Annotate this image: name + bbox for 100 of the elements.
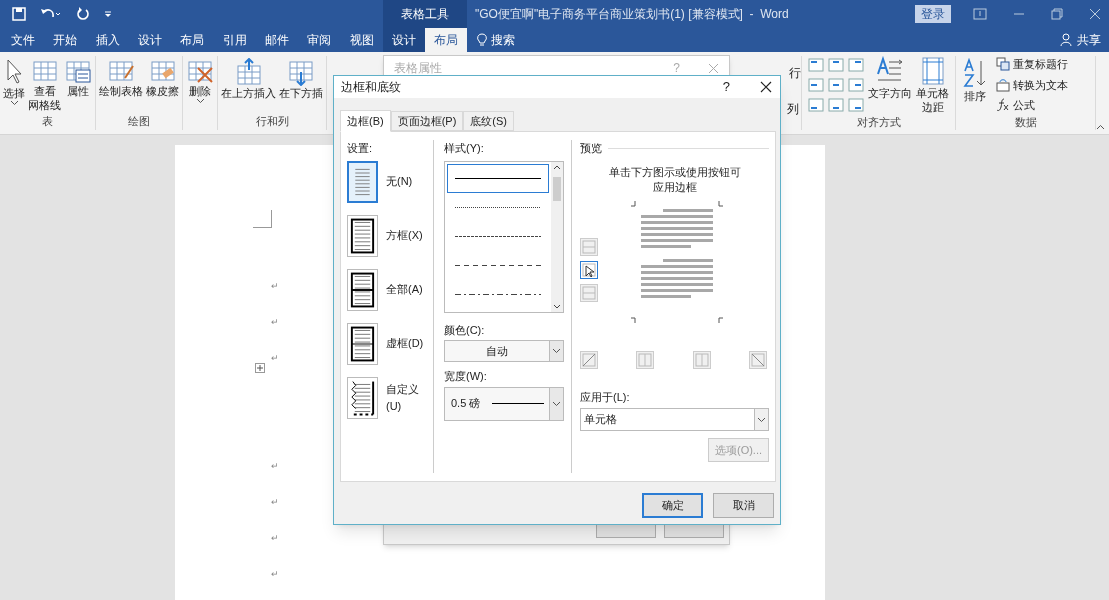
paragraph-mark: ↵ <box>270 568 279 581</box>
dialog-tab[interactable]: 底纹(S) <box>463 111 514 131</box>
cell-margins-button[interactable]: 单元格 边距 <box>916 56 949 114</box>
option-label: 自定义(U) <box>386 382 420 414</box>
cursor-icon <box>4 58 24 86</box>
ribbon-tab[interactable]: 设计 <box>383 28 425 52</box>
cell-alignment-icon[interactable] <box>828 58 844 72</box>
ribbon-button[interactable]: 绘制表格 <box>98 56 144 98</box>
ribbon-tab[interactable]: 邮件 <box>255 28 299 52</box>
ribbon-tab[interactable]: 视图 <box>340 28 383 52</box>
section-label: 预览 <box>580 141 602 156</box>
corner-mark <box>252 210 272 228</box>
ribbon-button[interactable]: 重复标题行 <box>996 56 1068 73</box>
paragraph-mark: ↵ <box>270 316 279 329</box>
formula-icon <box>996 98 1010 113</box>
ribbon-button[interactable]: 行 <box>789 64 801 82</box>
close-icon[interactable] <box>760 81 772 93</box>
border-toggle-button[interactable] <box>580 283 598 302</box>
table-properties-icon <box>64 58 92 84</box>
ribbon-tab[interactable]: 文件 <box>2 28 45 52</box>
preview-hint: 单击下方图示或使用按钮可应用边框 <box>608 164 741 195</box>
collapse-ribbon-icon[interactable] <box>1096 124 1105 130</box>
ribbon-button[interactable]: 公式 <box>996 97 1068 114</box>
border-toggle-button[interactable] <box>692 350 711 369</box>
convert-icon <box>996 77 1010 92</box>
scroll-down-icon[interactable] <box>553 303 561 310</box>
eraser-icon <box>148 58 177 84</box>
ribbon-button[interactable]: 选择 <box>2 56 26 106</box>
cell-alignment-icon[interactable] <box>828 98 844 112</box>
cell-alignment-icon[interactable] <box>848 58 864 72</box>
border-toggle-button[interactable] <box>580 350 598 369</box>
border-setting-option[interactable] <box>347 214 378 257</box>
ribbon-button[interactable]: 属性 <box>63 56 93 98</box>
group-label: 行和列 <box>255 113 289 129</box>
save-icon[interactable] <box>12 7 26 21</box>
cell-alignment-icon[interactable] <box>808 78 824 92</box>
paragraph-mark: ↵ <box>270 280 279 293</box>
width-dropdown[interactable]: 0.5 磅 <box>444 386 564 421</box>
redo-icon[interactable] <box>76 7 90 21</box>
cell-alignment-icon[interactable] <box>848 98 864 112</box>
ribbon-tab[interactable]: 布局 <box>425 28 467 52</box>
ribbon-tab[interactable]: 开始 <box>44 28 87 52</box>
cell-alignment-icon[interactable] <box>828 78 844 92</box>
ribbon-button[interactable]: 删除 <box>185 56 215 104</box>
ribbon-tab[interactable]: 设计 <box>129 28 172 52</box>
search-field[interactable]: 搜索 <box>477 28 515 52</box>
text-direction-button[interactable]: 文字方向 <box>868 56 912 100</box>
border-setting-option[interactable] <box>347 268 378 311</box>
option-label: 虚框(D) <box>386 336 424 352</box>
restore-icon[interactable] <box>1051 8 1063 20</box>
ribbon-tab[interactable]: 引用 <box>213 28 256 52</box>
lightbulb-icon <box>477 33 487 47</box>
help-button[interactable]: ? <box>722 77 730 97</box>
ribbon-button[interactable]: 在下方插 <box>278 56 324 100</box>
border-setting-option[interactable] <box>347 322 378 365</box>
ribbon-button[interactable]: 查看 网格线 <box>27 56 62 112</box>
customize-icon[interactable] <box>104 10 112 18</box>
ribbon-tab[interactable]: 插入 <box>86 28 129 52</box>
scroll-up-icon[interactable] <box>553 163 561 170</box>
dialog-title: 表格属性 <box>394 60 442 77</box>
group-label: 对齐方式 <box>856 115 901 130</box>
dialog-tab[interactable]: 页面边框(P) <box>390 111 464 131</box>
scrollbar-thumb[interactable] <box>553 176 561 201</box>
ok-button[interactable]: 确定 <box>642 493 703 518</box>
cell-alignment-icon[interactable] <box>808 98 824 112</box>
ribbon-button[interactable]: 列 <box>787 100 799 118</box>
line-style-list[interactable] <box>444 160 564 313</box>
line-style-option[interactable] <box>447 163 549 193</box>
cell-alignment-icon[interactable] <box>808 58 824 72</box>
paragraph-mark: ↵ <box>270 496 279 509</box>
border-toggle-button[interactable] <box>580 260 598 279</box>
cell-alignment-icon[interactable] <box>848 78 864 92</box>
window-title: "GO便宜啊"电子商务平台商业策划书(1) [兼容模式] - Word <box>475 6 789 23</box>
color-dropdown[interactable]: 自动 <box>444 340 564 362</box>
ribbon-display-icon[interactable] <box>973 8 987 20</box>
border-toggle-button[interactable] <box>580 237 598 256</box>
border-toggle-button[interactable] <box>749 350 767 369</box>
ribbon-button[interactable]: 转换为文本 <box>996 76 1068 93</box>
ribbon-button[interactable]: 橡皮擦 <box>145 56 180 98</box>
ribbon-tab[interactable]: 布局 <box>171 28 214 52</box>
delete-table-icon <box>186 58 214 84</box>
ribbon-tab[interactable]: 审阅 <box>298 28 341 52</box>
border-setting-option[interactable] <box>347 376 378 419</box>
share-button[interactable]: 共享 <box>1060 28 1101 52</box>
repeat-rows-icon <box>996 57 1010 72</box>
dialog-tab[interactable]: 边框(B) <box>340 110 391 132</box>
field-label: 颜色(C): <box>444 323 485 336</box>
sort-button[interactable]: 排序 <box>962 58 988 114</box>
sign-in-button[interactable]: 登录 <box>915 5 951 23</box>
paragraph-mark: ↵ <box>270 532 279 545</box>
group-label: 数据 <box>1014 114 1037 130</box>
ribbon-button[interactable]: 在上方插入 <box>220 56 277 100</box>
table-move-handle-icon[interactable] <box>254 363 265 373</box>
apply-to-dropdown[interactable]: 单元格 <box>580 408 769 431</box>
cancel-button[interactable]: 取消 <box>713 493 774 518</box>
field-label: 应用于(L): <box>580 390 630 403</box>
context-tab-label: 表格工具 <box>401 6 449 23</box>
option-label: 方框(X) <box>386 228 423 244</box>
scrollbar[interactable] <box>551 161 563 312</box>
border-toggle-button[interactable] <box>636 350 655 369</box>
